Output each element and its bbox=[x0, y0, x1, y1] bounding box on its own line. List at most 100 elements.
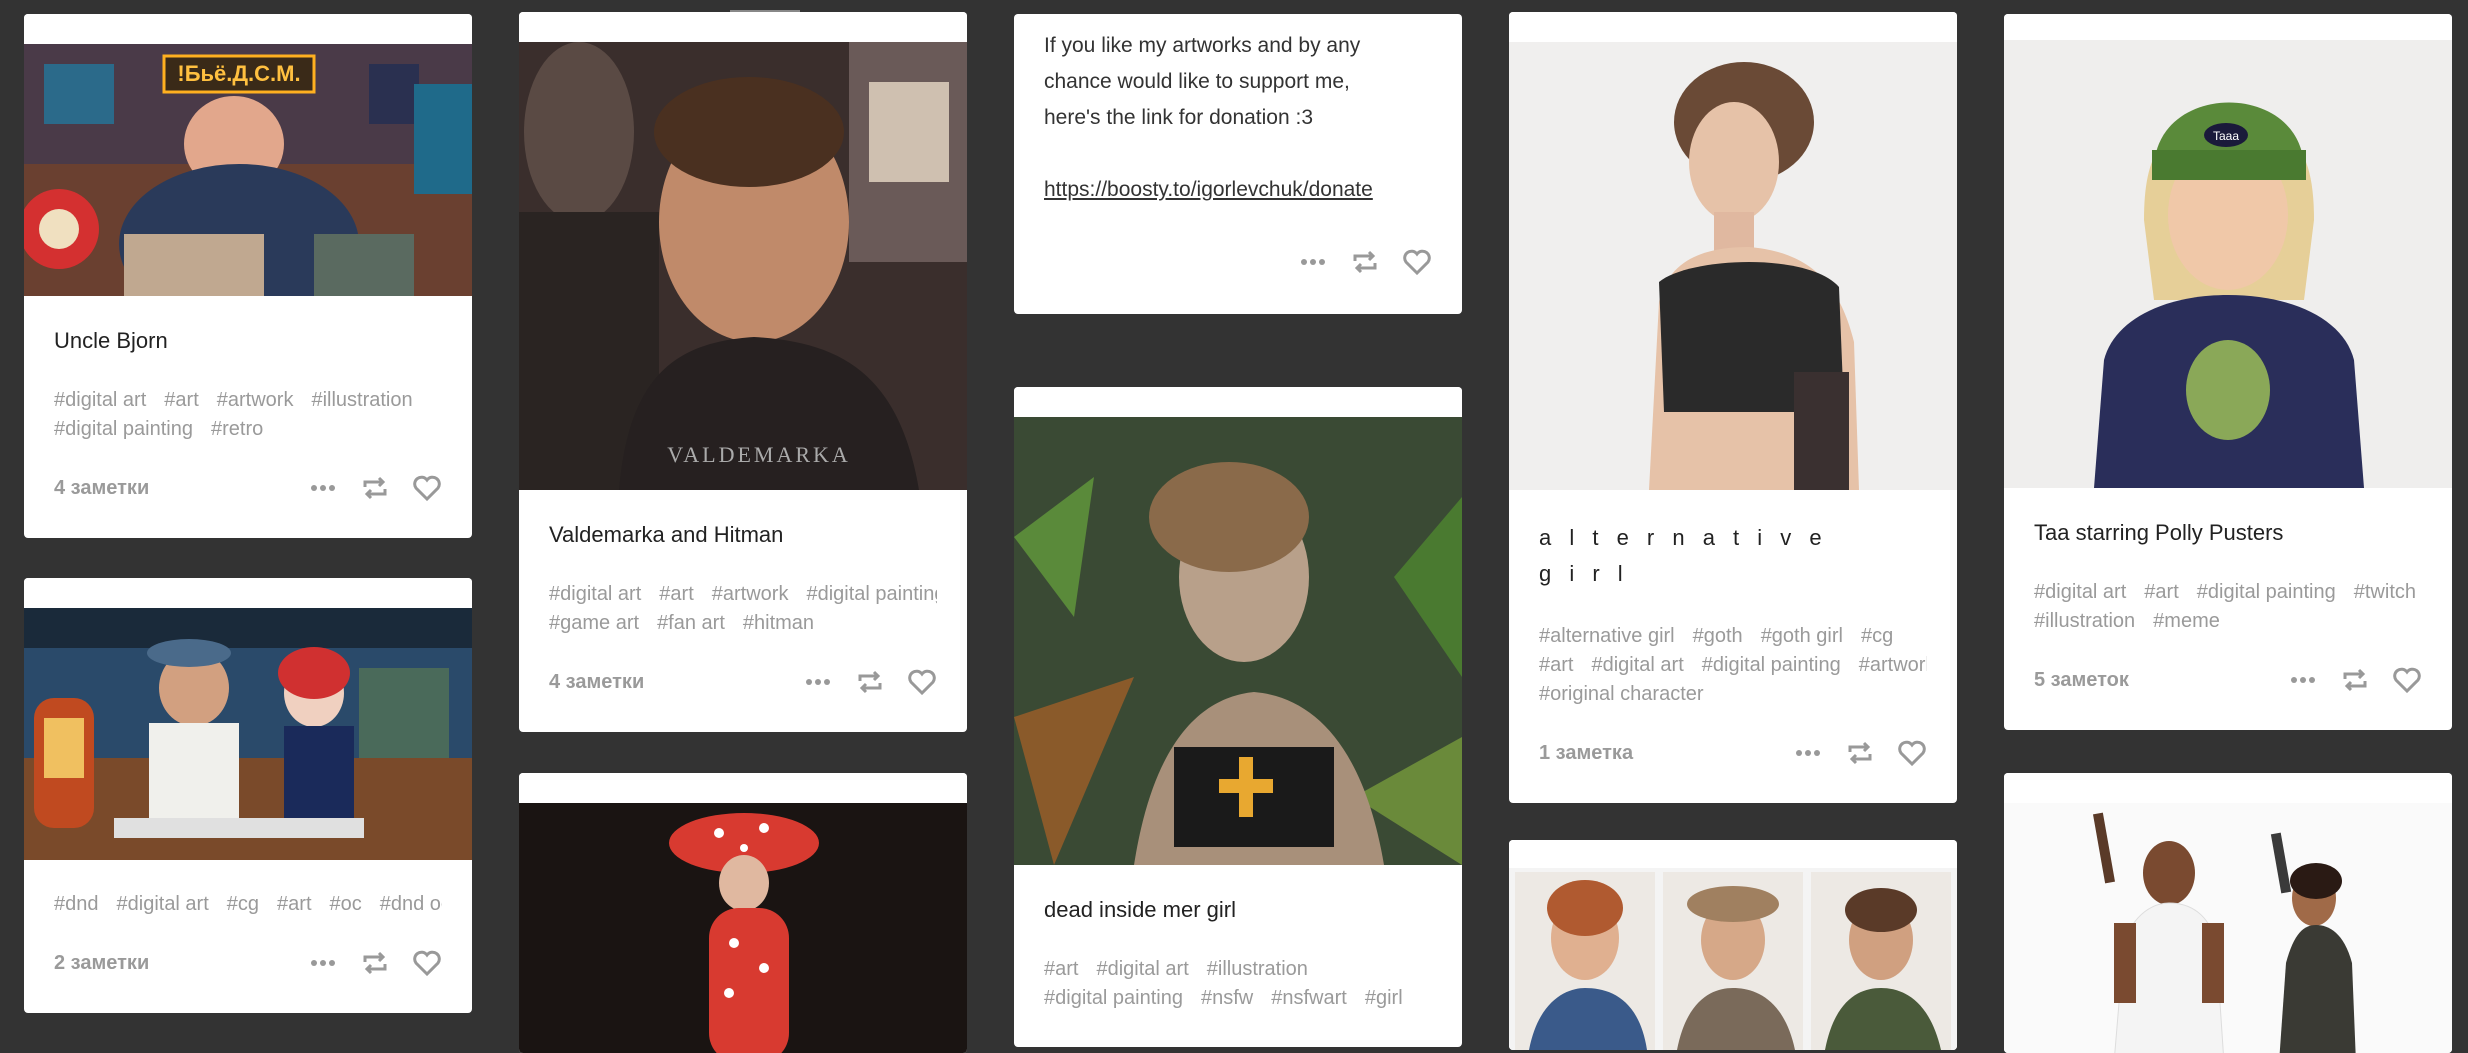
heart-icon[interactable] bbox=[1402, 247, 1432, 277]
post-header bbox=[519, 773, 967, 803]
tag[interactable]: #fan art bbox=[657, 609, 725, 638]
more-icon[interactable] bbox=[803, 667, 833, 697]
post-image[interactable] bbox=[24, 608, 472, 860]
reblog-icon[interactable] bbox=[855, 667, 885, 697]
tag[interactable]: #digital art bbox=[549, 580, 641, 609]
reblog-icon[interactable] bbox=[2340, 665, 2370, 695]
beanie-patch-text: Taaa bbox=[2213, 129, 2239, 143]
tag[interactable]: #art bbox=[659, 580, 693, 609]
tag[interactable]: #artwork bbox=[217, 386, 294, 415]
heart-icon[interactable] bbox=[907, 667, 937, 697]
tag[interactable]: #illustration bbox=[2034, 607, 2135, 636]
reblog-icon[interactable] bbox=[1845, 738, 1875, 768]
post-alternative-girl[interactable]: a l t e r n a t i v e g i r l #alternati… bbox=[1509, 12, 1957, 803]
post-mushroom-girl[interactable] bbox=[519, 773, 967, 1053]
post-dnd[interactable]: #dnd #digital art #cg #art #oc #dnd oc 2 заме… bbox=[24, 578, 472, 1013]
post-uncle-bjorn[interactable]: !Бьё.Д.С.М. Uncle Bjorn #digital art #art… bbox=[24, 14, 472, 538]
tag[interactable]: #art bbox=[277, 890, 311, 919]
tag[interactable]: #digital painting bbox=[54, 415, 193, 444]
tag[interactable]: #cg bbox=[227, 890, 259, 919]
notes-count[interactable]: 4 заметки bbox=[549, 671, 644, 694]
post-image[interactable] bbox=[1509, 868, 1957, 1050]
post-title: a l t e r n a t i v e g i r l bbox=[1539, 525, 1828, 586]
tag[interactable]: #original character bbox=[1539, 680, 1704, 709]
more-icon[interactable] bbox=[1298, 247, 1328, 277]
notes-count[interactable]: 1 заметка bbox=[1539, 742, 1633, 765]
post-header bbox=[1509, 12, 1957, 42]
post-portraits[interactable] bbox=[1509, 840, 1957, 1050]
post-taa[interactable]: Taaa Taa starring Polly Pusters #digital… bbox=[2004, 14, 2452, 730]
tag[interactable]: #game art bbox=[549, 609, 639, 638]
tag[interactable]: #digital art bbox=[2034, 578, 2126, 607]
heart-icon[interactable] bbox=[412, 948, 442, 978]
more-icon[interactable] bbox=[308, 948, 338, 978]
post-tags: #digital art #art #artwork #digital paintin… bbox=[549, 580, 937, 638]
post-header bbox=[2004, 773, 2452, 803]
tag[interactable]: #artwork bbox=[712, 580, 789, 609]
artwork-mermaid bbox=[1014, 417, 1462, 865]
tag[interactable]: #digital painting bbox=[1702, 651, 1841, 680]
tag[interactable]: #nsfwart bbox=[1271, 984, 1347, 1013]
tag[interactable]: #digital art bbox=[54, 386, 146, 415]
tag[interactable]: #digital painting bbox=[1044, 984, 1183, 1013]
reblog-icon[interactable] bbox=[1350, 247, 1380, 277]
post-image[interactable]: Taaa bbox=[2004, 40, 2452, 488]
post-header bbox=[24, 14, 472, 44]
tag[interactable]: #art bbox=[164, 386, 198, 415]
post-header bbox=[1509, 840, 1957, 868]
tag[interactable]: #digital painting bbox=[2197, 578, 2336, 607]
post-tags: #art #digital art #illustration #digital p… bbox=[1044, 955, 1432, 1013]
post-image[interactable]: !Бьё.Д.С.М. bbox=[24, 44, 472, 296]
heart-icon[interactable] bbox=[412, 473, 442, 503]
tag[interactable]: #dnd oc bbox=[380, 890, 442, 919]
donation-text-line: chance would like to support me, bbox=[1044, 70, 1350, 93]
post-image[interactable] bbox=[519, 803, 967, 1053]
tag[interactable]: #goth girl bbox=[1761, 622, 1843, 651]
post-header bbox=[2004, 14, 2452, 40]
tag[interactable]: #alternative girl bbox=[1539, 622, 1675, 651]
artwork-portraits bbox=[1509, 868, 1957, 1050]
post-image[interactable] bbox=[1509, 42, 1957, 490]
tag[interactable]: #dnd bbox=[54, 890, 99, 919]
tag[interactable]: #goth bbox=[1693, 622, 1743, 651]
tag[interactable]: #illustration bbox=[311, 386, 412, 415]
tag[interactable]: #twitch bbox=[2354, 578, 2416, 607]
more-icon[interactable] bbox=[308, 473, 338, 503]
heart-icon[interactable] bbox=[2392, 665, 2422, 695]
post-header bbox=[24, 578, 472, 608]
post-image[interactable] bbox=[2004, 803, 2452, 1053]
tag[interactable]: #art bbox=[1044, 955, 1078, 984]
notes-count[interactable]: 5 заметок bbox=[2034, 669, 2129, 692]
tag[interactable]: #illustration bbox=[1207, 955, 1308, 984]
post-text: If you like my artworks and by any chanc… bbox=[1014, 14, 1462, 208]
tag[interactable]: #girl bbox=[1365, 984, 1403, 1013]
tag[interactable]: #hitman bbox=[743, 609, 814, 638]
post-image[interactable] bbox=[1014, 417, 1462, 865]
post-image[interactable]: VALDEMARKA bbox=[519, 42, 967, 490]
post-donation[interactable]: If you like my artworks and by any chanc… bbox=[1014, 14, 1462, 314]
tag[interactable]: #oc bbox=[330, 890, 362, 919]
post-title: Taa starring Polly Pusters bbox=[2034, 520, 2284, 545]
tag[interactable]: #digital art bbox=[1096, 955, 1188, 984]
tag[interactable]: #cg bbox=[1861, 622, 1893, 651]
tag[interactable]: #meme bbox=[2153, 607, 2220, 636]
tag[interactable]: #artwork bbox=[1859, 651, 1927, 680]
post-gunslingers[interactable] bbox=[2004, 773, 2452, 1053]
tag[interactable]: #nsfw bbox=[1201, 984, 1253, 1013]
tag[interactable]: #digital painting bbox=[806, 580, 937, 609]
tag[interactable]: #art bbox=[2144, 578, 2178, 607]
notes-count[interactable]: 2 заметки bbox=[54, 952, 149, 975]
more-icon[interactable] bbox=[1793, 738, 1823, 768]
tag[interactable]: #art bbox=[1539, 651, 1573, 680]
tag[interactable]: #digital art bbox=[1591, 651, 1683, 680]
tag[interactable]: #digital art bbox=[117, 890, 209, 919]
notes-count[interactable]: 4 заметки bbox=[54, 477, 149, 500]
donation-link[interactable]: https://boosty.to/igorlevchuk/donate bbox=[1044, 178, 1373, 201]
reblog-icon[interactable] bbox=[360, 473, 390, 503]
post-valdemarka[interactable]: VALDEMARKA Valdemarka and Hitman #digita… bbox=[519, 12, 967, 732]
tag[interactable]: #retro bbox=[211, 415, 263, 444]
reblog-icon[interactable] bbox=[360, 948, 390, 978]
more-icon[interactable] bbox=[2288, 665, 2318, 695]
post-mermaid[interactable]: dead inside mer girl #art #digital art #il… bbox=[1014, 387, 1462, 1047]
heart-icon[interactable] bbox=[1897, 738, 1927, 768]
